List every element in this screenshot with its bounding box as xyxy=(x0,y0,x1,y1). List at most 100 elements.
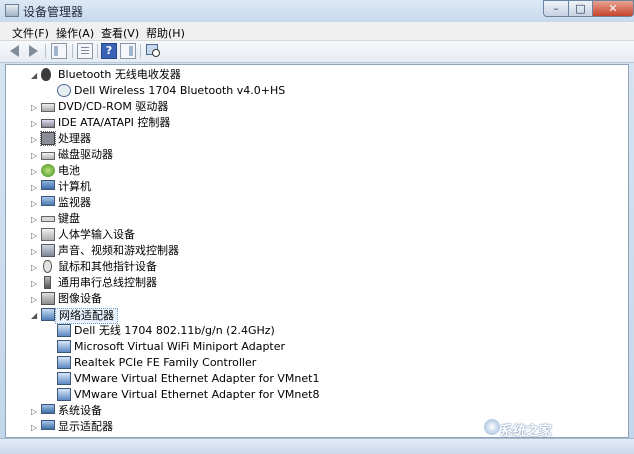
tree-category-monitor[interactable]: ▷ 监视器 xyxy=(6,195,628,211)
help-icon: ? xyxy=(105,44,113,57)
tree-category-sound[interactable]: ▷ 声音、视频和游戏控制器 xyxy=(6,243,628,259)
tree-category-ide[interactable]: ▷ IDE ATA/ATAPI 控制器 xyxy=(6,115,628,131)
toolbar: ? xyxy=(0,41,634,63)
expand-arrow-icon[interactable]: ▷ xyxy=(31,295,37,304)
menu-file[interactable]: 文件(F) xyxy=(12,25,49,41)
expand-arrow-icon[interactable]: ▷ xyxy=(31,199,37,208)
expand-arrow-icon[interactable]: ▷ xyxy=(31,151,37,160)
network-adapter-icon xyxy=(41,308,55,321)
expand-arrow-icon[interactable]: ▷ xyxy=(31,423,37,432)
bluetooth-device-icon xyxy=(57,84,71,97)
tree-item-label: 通用串行总线控制器 xyxy=(58,276,157,289)
tree-item-label: Bluetooth 无线电收发器 xyxy=(58,68,181,81)
scan-hardware-button[interactable] xyxy=(145,43,161,59)
tree-device-virtual-wifi[interactable]: Microsoft Virtual WiFi Miniport Adapter xyxy=(6,339,628,355)
action-pane-button[interactable] xyxy=(120,43,136,59)
tree-category-dvd[interactable]: ▷ DVD/CD-ROM 驱动器 xyxy=(6,99,628,115)
show-hide-console-tree-button[interactable] xyxy=(51,43,67,59)
expand-arrow-icon[interactable]: ▷ xyxy=(31,231,37,240)
tree-category-battery[interactable]: ▷ 电池 xyxy=(6,163,628,179)
network-card-icon xyxy=(57,340,71,353)
action-pane-icon xyxy=(129,46,133,56)
network-card-icon xyxy=(57,388,71,401)
tree-category-mouse[interactable]: ▷ 鼠标和其他指针设备 xyxy=(6,259,628,275)
properties-button[interactable] xyxy=(77,43,93,59)
tree-item-label: 图像设备 xyxy=(58,292,102,305)
expand-arrow-icon[interactable]: ▷ xyxy=(31,215,37,224)
collapse-arrow-icon[interactable]: ◢ xyxy=(31,311,37,320)
window-title: 设备管理器 xyxy=(23,5,84,19)
keyboard-icon xyxy=(41,216,55,222)
menu-bar: 文件(F) 操作(A) 查看(V) 帮助(H) xyxy=(0,22,634,41)
expand-arrow-icon[interactable]: ▷ xyxy=(31,263,37,272)
device-manager-icon xyxy=(5,4,19,17)
tree-device-vmnet8[interactable]: VMware Virtual Ethernet Adapter for VMne… xyxy=(6,387,628,403)
tree-device-vmnet1[interactable]: VMware Virtual Ethernet Adapter for VMne… xyxy=(6,371,628,387)
tree-item-label: DVD/CD-ROM 驱动器 xyxy=(58,100,169,113)
tree-category-hid[interactable]: ▷ 人体学输入设备 xyxy=(6,227,628,243)
computer-icon xyxy=(41,180,55,190)
tree-item-label: IDE ATA/ATAPI 控制器 xyxy=(58,116,171,129)
back-arrow-icon xyxy=(10,45,19,57)
menu-view[interactable]: 查看(V) xyxy=(101,25,139,41)
imaging-device-icon xyxy=(41,292,55,305)
tree-device-dell-wireless[interactable]: Dell 无线 1704 802.11b/g/n (2.4GHz) xyxy=(6,323,628,339)
network-card-icon xyxy=(57,372,71,385)
minimize-button[interactable]: – xyxy=(543,0,569,17)
expand-arrow-icon[interactable]: ▷ xyxy=(31,279,37,288)
monitor-icon xyxy=(41,196,55,206)
tree-item-label: 显示适配器 xyxy=(58,420,113,433)
tree-category-imaging[interactable]: ▷ 图像设备 xyxy=(6,291,628,307)
tree-item-label: 处理器 xyxy=(58,132,91,145)
tree-category-usb[interactable]: ▷ 通用串行总线控制器 xyxy=(6,275,628,291)
mouse-icon xyxy=(43,260,52,273)
expand-arrow-icon[interactable]: ▷ xyxy=(31,167,37,176)
help-button[interactable]: ? xyxy=(101,43,117,59)
tree-item-label: 监视器 xyxy=(58,196,91,209)
tree-item-label: VMware Virtual Ethernet Adapter for VMne… xyxy=(74,372,320,385)
expand-arrow-icon[interactable]: ▷ xyxy=(31,407,37,416)
hid-icon xyxy=(41,228,55,241)
collapse-arrow-icon[interactable]: ◢ xyxy=(31,71,37,80)
title-bar[interactable]: 设备管理器 – □ ✕ xyxy=(0,0,634,22)
maximize-button[interactable]: □ xyxy=(568,0,593,17)
forward-button[interactable] xyxy=(25,43,41,59)
tree-category-computer[interactable]: ▷ 计算机 xyxy=(6,179,628,195)
tree-item-label: Dell Wireless 1704 Bluetooth v4.0+HS xyxy=(74,84,286,97)
back-button[interactable] xyxy=(8,43,24,59)
expand-arrow-icon[interactable]: ▷ xyxy=(31,119,37,128)
menu-action[interactable]: 操作(A) xyxy=(56,25,94,41)
toolbar-separator xyxy=(97,44,98,58)
tree-device-bluetooth-adapter[interactable]: Dell Wireless 1704 Bluetooth v4.0+HS xyxy=(6,83,628,99)
sound-icon xyxy=(41,244,55,257)
expand-arrow-icon[interactable]: ▷ xyxy=(31,247,37,256)
dvd-drive-icon xyxy=(41,103,55,112)
tree-category-system[interactable]: ▷ 系统设备 xyxy=(6,403,628,419)
tree-item-label: 计算机 xyxy=(58,180,91,193)
magnifier-icon xyxy=(152,49,160,57)
device-tree[interactable]: ◢ Bluetooth 无线电收发器 Dell Wireless 1704 Bl… xyxy=(5,64,629,438)
tree-item-label-selected: 网络适配器 xyxy=(55,308,118,324)
tree-item-label: 磁盘驱动器 xyxy=(58,148,113,161)
expand-arrow-icon[interactable]: ▷ xyxy=(31,183,37,192)
menu-help[interactable]: 帮助(H) xyxy=(146,25,185,41)
console-tree-icon xyxy=(54,46,58,56)
system-device-icon xyxy=(41,404,55,414)
expand-arrow-icon[interactable]: ▷ xyxy=(31,103,37,112)
tree-item-label: 人体学输入设备 xyxy=(58,228,135,241)
disk-drive-icon xyxy=(41,152,55,160)
tree-category-network-adapters[interactable]: ◢ 网络适配器 xyxy=(6,307,628,324)
tree-category-disk[interactable]: ▷ 磁盘驱动器 xyxy=(6,147,628,163)
tree-category-processor[interactable]: ▷ 处理器 xyxy=(6,131,628,147)
forward-arrow-icon xyxy=(29,45,38,57)
tree-category-keyboard[interactable]: ▷ 键盘 xyxy=(6,211,628,227)
status-bar xyxy=(0,438,634,454)
tree-category-bluetooth[interactable]: ◢ Bluetooth 无线电收发器 xyxy=(6,67,628,83)
tree-item-label: Realtek PCIe FE Family Controller xyxy=(74,356,257,369)
close-button[interactable]: ✕ xyxy=(592,0,634,17)
toolbar-separator xyxy=(72,44,73,58)
display-adapter-icon xyxy=(41,420,55,430)
battery-icon xyxy=(41,164,55,177)
expand-arrow-icon[interactable]: ▷ xyxy=(31,135,37,144)
tree-device-realtek[interactable]: Realtek PCIe FE Family Controller xyxy=(6,355,628,371)
